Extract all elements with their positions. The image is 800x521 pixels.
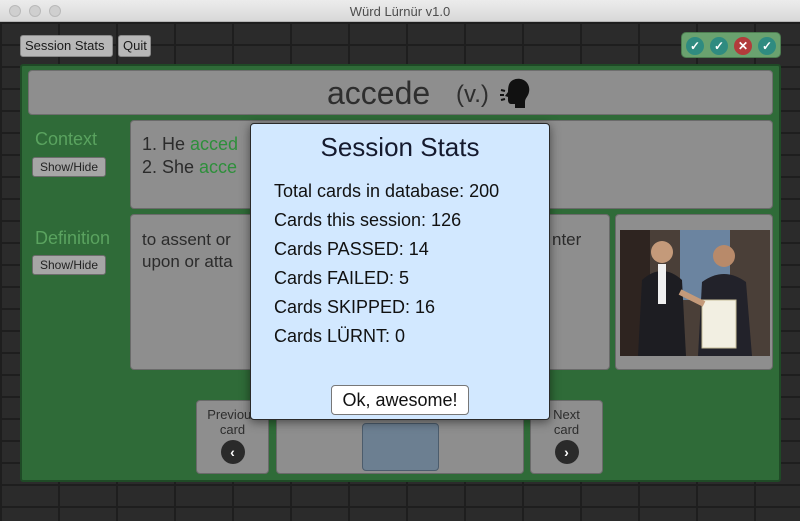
stat-cards-skipped: Cards SKIPPED: 16	[274, 297, 436, 317]
window-titlebar: Würd Lürnür v1.0	[0, 0, 800, 22]
stat-cards-passed: Cards PASSED: 14	[274, 239, 429, 259]
stat-total-cards: Total cards in database: 200	[274, 181, 500, 201]
ok-button[interactable]: Ok, awesome!	[331, 385, 469, 415]
stat-cards-failed: Cards FAILED: 5	[274, 268, 410, 288]
stat-cards-session: Cards this session: 126	[274, 210, 462, 230]
session-stats-dialog: Session Stats Total cards in database: 2…	[250, 123, 550, 420]
dialog-title: Session Stats	[320, 132, 480, 162]
window-title: Würd Lürnür v1.0	[349, 4, 451, 19]
stat-cards-lurnt: Cards LÜRNT: 0	[274, 326, 406, 346]
